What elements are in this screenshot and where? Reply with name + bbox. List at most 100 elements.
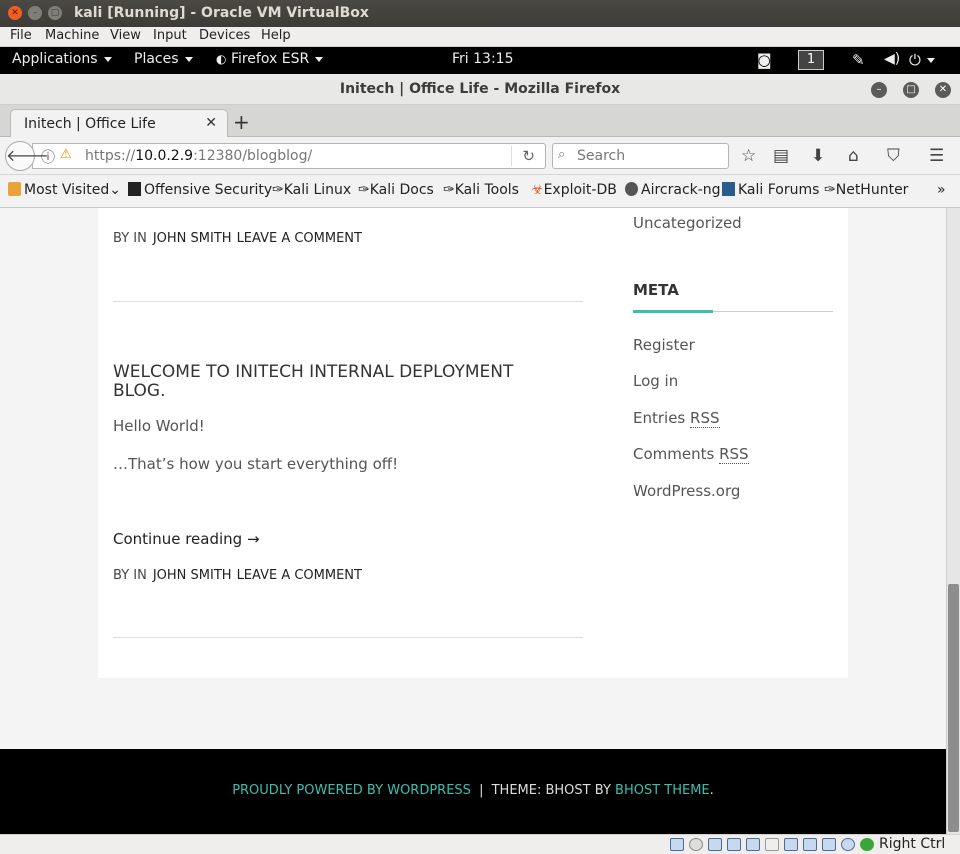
- category-uncategorized-link[interactable]: Uncategorized: [633, 214, 742, 232]
- maximize-window-button[interactable]: ▢: [48, 6, 62, 20]
- reload-icon[interactable]: ↻: [522, 147, 535, 165]
- menu-machine[interactable]: Machine: [45, 28, 99, 43]
- mouse-integration-icon[interactable]: [841, 838, 855, 851]
- pocket-icon[interactable]: ⛉: [887, 146, 900, 166]
- search-field[interactable]: ⌕ Search: [552, 143, 729, 169]
- comments-rss-link[interactable]: Comments RSS: [633, 445, 749, 464]
- theme-link[interactable]: BHost Theme: [615, 783, 710, 798]
- register-link[interactable]: Register: [633, 336, 695, 354]
- volume-icon[interactable]: ◀): [884, 51, 900, 67]
- applications-menu[interactable]: Applications: [12, 51, 112, 67]
- aircrack-icon: [625, 182, 638, 196]
- comments-label: Comments: [633, 445, 715, 463]
- login-link[interactable]: Log in: [633, 372, 678, 390]
- bookmark-kali-linux[interactable]: ✑Kali Linux: [272, 182, 351, 198]
- widget-heading-accent: [633, 310, 713, 313]
- page-scrollbar[interactable]: [946, 208, 960, 834]
- bookmark-offensive-security[interactable]: Offensive Security: [128, 182, 272, 198]
- kali-icon: ✑: [443, 182, 455, 198]
- chevron-down-icon: [184, 56, 193, 62]
- bookmark-label: Kali Linux: [283, 182, 352, 198]
- power-icon[interactable]: ⏻: [909, 51, 935, 69]
- close-tab-icon[interactable]: ✕: [205, 115, 217, 131]
- back-button[interactable]: 🡐: [5, 141, 49, 171]
- footer-period: .: [709, 783, 714, 798]
- home-icon[interactable]: ⌂: [848, 146, 859, 166]
- hamburger-menu-icon[interactable]: ☰: [929, 146, 944, 166]
- download-icon[interactable]: ⬇: [811, 146, 825, 166]
- keyboard-capture-icon[interactable]: [860, 838, 874, 851]
- minimize-window-button[interactable]: –: [28, 6, 42, 20]
- leave-comment-link[interactable]: Leave a comment: [237, 231, 362, 246]
- search-placeholder: Search: [577, 148, 626, 164]
- bookmark-kali-tools[interactable]: ✑Kali Tools: [443, 182, 519, 198]
- bookmark-label: Exploit-DB: [543, 182, 617, 198]
- tab-title: Initech | Office Life: [24, 116, 156, 132]
- entries-rss-link[interactable]: Entries RSS: [633, 409, 720, 428]
- url-text: https://10.0.2.9:12380/blogblog/: [85, 148, 312, 164]
- powered-by-link[interactable]: Proudly powered by WordPress: [232, 783, 471, 798]
- menu-help[interactable]: Help: [261, 28, 291, 43]
- firefox-icon: ◐: [216, 52, 227, 66]
- scrollbar-thumb[interactable]: [948, 584, 959, 832]
- places-label: Places: [134, 51, 179, 67]
- applications-label: Applications: [12, 51, 98, 67]
- menu-file[interactable]: File: [10, 28, 32, 43]
- bookmark-most-visited[interactable]: Most Visited⌄: [8, 182, 121, 198]
- bookmarks-overflow-icon[interactable]: »: [937, 182, 946, 198]
- navigation-toolbar: ⓘ ⚠ https://10.0.2.9:12380/blogblog/ ↻ 🡐…: [0, 137, 960, 175]
- entries-label: Entries: [633, 409, 686, 427]
- url-bar[interactable]: ⓘ ⚠ https://10.0.2.9:12380/blogblog/ ↻: [32, 143, 546, 169]
- bookmarks-toolbar: Most Visited⌄ Offensive Security ✑Kali L…: [0, 175, 960, 208]
- firefox-app-label: Firefox ESR: [230, 51, 310, 67]
- usb-icon[interactable]: [746, 838, 760, 851]
- close-icon[interactable]: ✕: [935, 82, 951, 98]
- places-menu[interactable]: Places: [134, 51, 193, 67]
- menu-devices[interactable]: Devices: [199, 28, 250, 43]
- bookmark-label: Most Visited: [24, 182, 110, 198]
- shared-folders-icon[interactable]: [765, 838, 779, 851]
- virtualbox-statusbar: Right Ctrl: [0, 834, 960, 854]
- audio-icon[interactable]: [708, 838, 722, 851]
- leave-comment-link[interactable]: Leave a comment: [237, 568, 362, 583]
- video-camera-icon[interactable]: ◙: [757, 51, 772, 69]
- chevron-down-icon: [103, 56, 112, 62]
- tab-initech[interactable]: Initech | Office Life ✕: [10, 109, 228, 138]
- menu-view[interactable]: View: [110, 28, 141, 43]
- content-area: By In John Smith Leave a comment Welcome t…: [98, 208, 848, 678]
- insecure-lock-icon[interactable]: ⚠: [60, 147, 72, 162]
- cpu-icon[interactable]: [822, 838, 836, 851]
- optical-drive-icon[interactable]: [689, 838, 703, 851]
- continue-reading-link[interactable]: Continue reading →: [113, 530, 260, 548]
- author-link[interactable]: John Smith: [153, 231, 232, 246]
- display-icon[interactable]: [784, 838, 798, 851]
- bookmark-label: Aircrack-ng: [641, 182, 721, 198]
- firefox-app-menu[interactable]: ◐ Firefox ESR: [216, 51, 324, 67]
- new-tab-button[interactable]: +: [233, 110, 250, 134]
- minimize-icon[interactable]: –: [871, 82, 887, 98]
- reading-list-icon[interactable]: ▤: [773, 146, 789, 166]
- workspace-indicator[interactable]: 1: [798, 50, 824, 70]
- chevron-down-icon: [315, 56, 324, 62]
- bookmark-kali-forums[interactable]: Kali Forums: [722, 182, 819, 198]
- clock[interactable]: Fri 13:15: [452, 51, 513, 67]
- post-divider: [113, 637, 583, 638]
- video-capture-icon[interactable]: [803, 838, 817, 851]
- network-icon[interactable]: [727, 838, 741, 851]
- meta-widget-heading: META: [633, 281, 679, 299]
- tools-icon[interactable]: ✎: [852, 51, 865, 69]
- kali-icon: ✑: [358, 182, 370, 198]
- close-window-button[interactable]: ✕: [8, 6, 22, 20]
- menu-input[interactable]: Input: [153, 28, 187, 43]
- wordpress-org-link[interactable]: WordPress.org: [633, 482, 740, 500]
- bookmark-star-icon[interactable]: ☆: [741, 146, 756, 166]
- hard-disk-icon[interactable]: [670, 838, 684, 851]
- author-link[interactable]: John Smith: [153, 568, 232, 583]
- maximize-icon[interactable]: □: [903, 82, 919, 98]
- bookmark-kali-docs[interactable]: ✑Kali Docs: [358, 182, 434, 198]
- footer-separator: |: [479, 783, 484, 798]
- post-title[interactable]: Welcome to Initech Internal Deployment B…: [113, 363, 563, 401]
- bookmark-nethunter[interactable]: ✑NetHunter: [824, 182, 908, 198]
- bookmark-exploit-db[interactable]: ☣Exploit-DB: [531, 182, 617, 198]
- bookmark-aircrack-ng[interactable]: Aircrack-ng: [625, 182, 721, 198]
